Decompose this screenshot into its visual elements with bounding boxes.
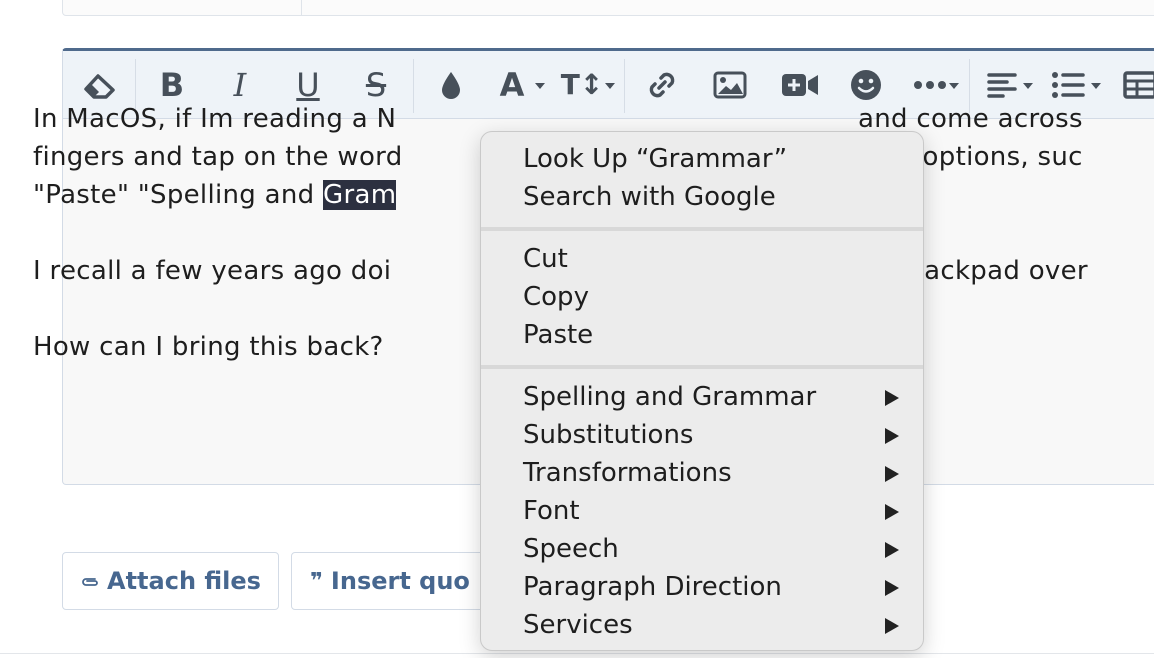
menu-item-spelling-grammar[interactable]: Spelling and Grammar: [523, 378, 903, 416]
menu-item-speech[interactable]: Speech: [523, 530, 903, 568]
chevron-down-icon: [535, 83, 545, 89]
smiley-icon[interactable]: [845, 65, 887, 105]
submenu-arrow-icon: [885, 618, 899, 634]
video-icon[interactable]: [779, 65, 821, 105]
chevron-down-icon: [949, 83, 959, 89]
context-menu: Look Up “Grammar” Search with Google Cut…: [480, 131, 924, 651]
text-size-icon[interactable]: T↕: [561, 65, 604, 105]
menu-separator: [481, 365, 923, 369]
menu-item-paste[interactable]: Paste: [523, 316, 903, 354]
submenu-arrow-icon: [885, 390, 899, 406]
submenu-arrow-icon: [885, 542, 899, 558]
attach-files-button[interactable]: Attach files: [62, 552, 279, 610]
submenu-arrow-icon: [885, 466, 899, 482]
submenu-arrow-icon: [885, 504, 899, 520]
menu-item-font[interactable]: Font: [523, 492, 903, 530]
font-icon[interactable]: A: [491, 65, 533, 105]
paperclip-icon: [81, 569, 99, 594]
ellipsis-icon[interactable]: [909, 65, 951, 105]
menu-item-transformations[interactable]: Transformations: [523, 454, 903, 492]
menu-item-look-up[interactable]: Look Up “Grammar”: [523, 140, 903, 178]
previous-field: [62, 0, 1154, 16]
chevron-down-icon: [605, 83, 615, 89]
menu-item-cut[interactable]: Cut: [523, 240, 903, 278]
menu-item-search-google[interactable]: Search with Google: [523, 178, 903, 216]
link-icon[interactable]: [641, 65, 683, 105]
strikethrough-icon[interactable]: S: [355, 65, 397, 105]
field-divider: [301, 0, 302, 15]
droplet-icon[interactable]: [430, 65, 472, 105]
submenu-arrow-icon: [885, 580, 899, 596]
list-icon[interactable]: [1047, 65, 1089, 105]
menu-separator: [481, 227, 923, 231]
submenu-arrow-icon: [885, 428, 899, 444]
menu-item-substitutions[interactable]: Substitutions: [523, 416, 903, 454]
chevron-down-icon: [1023, 83, 1033, 89]
bold-icon[interactable]: B: [151, 65, 193, 105]
underline-icon[interactable]: U: [287, 65, 329, 105]
quote-icon: ❞: [310, 568, 323, 594]
menu-item-copy[interactable]: Copy: [523, 278, 903, 316]
align-left-icon[interactable]: [981, 65, 1023, 105]
menu-item-services[interactable]: Services: [523, 606, 903, 644]
table-icon[interactable]: [1123, 65, 1154, 105]
italic-icon[interactable]: I: [219, 65, 261, 105]
eraser-icon[interactable]: [79, 65, 121, 105]
selected-text: Gram: [323, 180, 397, 210]
chevron-down-icon: [1091, 83, 1101, 89]
page-divider: [0, 653, 1154, 654]
menu-item-paragraph-direction[interactable]: Paragraph Direction: [523, 568, 903, 606]
image-icon[interactable]: [709, 65, 751, 105]
